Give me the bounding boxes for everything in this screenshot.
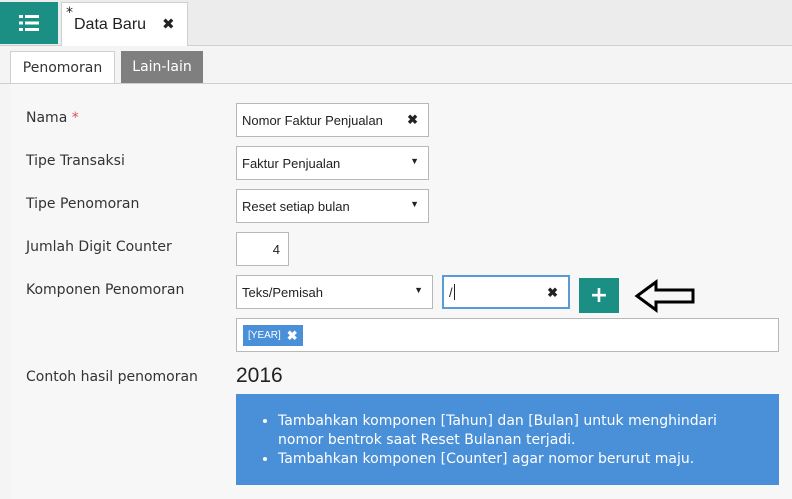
komponen-text-value: / <box>449 284 453 300</box>
tipe-transaksi-label: Tipe Transaksi <box>26 153 125 169</box>
contoh-label: Contoh hasil penomoran <box>26 369 198 385</box>
tipe-transaksi-value: Faktur Penjualan <box>242 155 341 171</box>
jumlah-digit-value: 4 <box>272 241 280 257</box>
close-tab-icon[interactable]: ✖ <box>162 15 175 33</box>
document-tab[interactable]: * Data Baru ✖ <box>61 2 188 46</box>
jumlah-digit-label: Jumlah Digit Counter <box>26 239 172 255</box>
tipe-penomoran-select[interactable]: Reset setiap bulan ▼ <box>236 189 429 223</box>
list-icon <box>19 15 39 31</box>
chevron-down-icon: ▼ <box>414 285 423 295</box>
komponen-type-value: Teks/Pemisah <box>242 284 323 300</box>
top-bar: * Data Baru ✖ <box>0 0 792 46</box>
komponen-type-select[interactable]: Teks/Pemisah ▼ <box>236 275 433 309</box>
tag-label: [YEAR] <box>248 330 281 341</box>
document-tab-title: Data Baru <box>74 16 147 33</box>
tipe-transaksi-select[interactable]: Faktur Penjualan ▼ <box>236 146 429 180</box>
nama-field[interactable]: Nomor Faktur Penjualan ✖ <box>236 103 429 137</box>
arrow-left-icon <box>634 279 695 313</box>
clear-komponen-icon[interactable]: ✖ <box>547 285 558 301</box>
tab-lain-lain[interactable]: Lain-lain <box>121 51 203 83</box>
example-result: 2016 <box>236 364 283 387</box>
unsaved-marker: * <box>66 5 73 21</box>
info-list: Tambahkan komponen [Tahun] dan [Bulan] u… <box>256 412 759 469</box>
info-box: Tambahkan komponen [Tahun] dan [Bulan] u… <box>236 394 779 485</box>
chevron-down-icon: ▼ <box>410 199 419 209</box>
tab-penomoran[interactable]: Penomoran <box>10 51 115 84</box>
component-tag-year[interactable]: [YEAR] ✖ <box>243 325 303 346</box>
tipe-penomoran-label: Tipe Penomoran <box>26 196 140 212</box>
tipe-penomoran-value: Reset setiap bulan <box>242 198 350 214</box>
chevron-down-icon: ▼ <box>410 156 419 166</box>
komponen-text-input[interactable]: / ✖ <box>442 275 570 309</box>
jumlah-digit-input[interactable]: 4 <box>236 232 289 266</box>
remove-tag-icon[interactable]: ✖ <box>287 328 298 344</box>
required-marker: * <box>71 110 79 126</box>
menu-button[interactable] <box>0 2 58 44</box>
nama-label: Nama * <box>26 110 79 126</box>
info-item: Tambahkan komponen [Counter] agar nomor … <box>278 450 759 469</box>
nama-label-text: Nama <box>26 110 68 126</box>
clear-nama-icon[interactable]: ✖ <box>407 112 418 128</box>
add-component-button[interactable]: + <box>579 278 619 313</box>
text-cursor <box>453 284 455 300</box>
nama-value: Nomor Faktur Penjualan <box>242 112 383 128</box>
komponen-label: Komponen Penomoran <box>26 282 185 298</box>
component-tag-box[interactable]: [YEAR] ✖ <box>236 318 779 352</box>
info-item: Tambahkan komponen [Tahun] dan [Bulan] u… <box>278 412 759 450</box>
